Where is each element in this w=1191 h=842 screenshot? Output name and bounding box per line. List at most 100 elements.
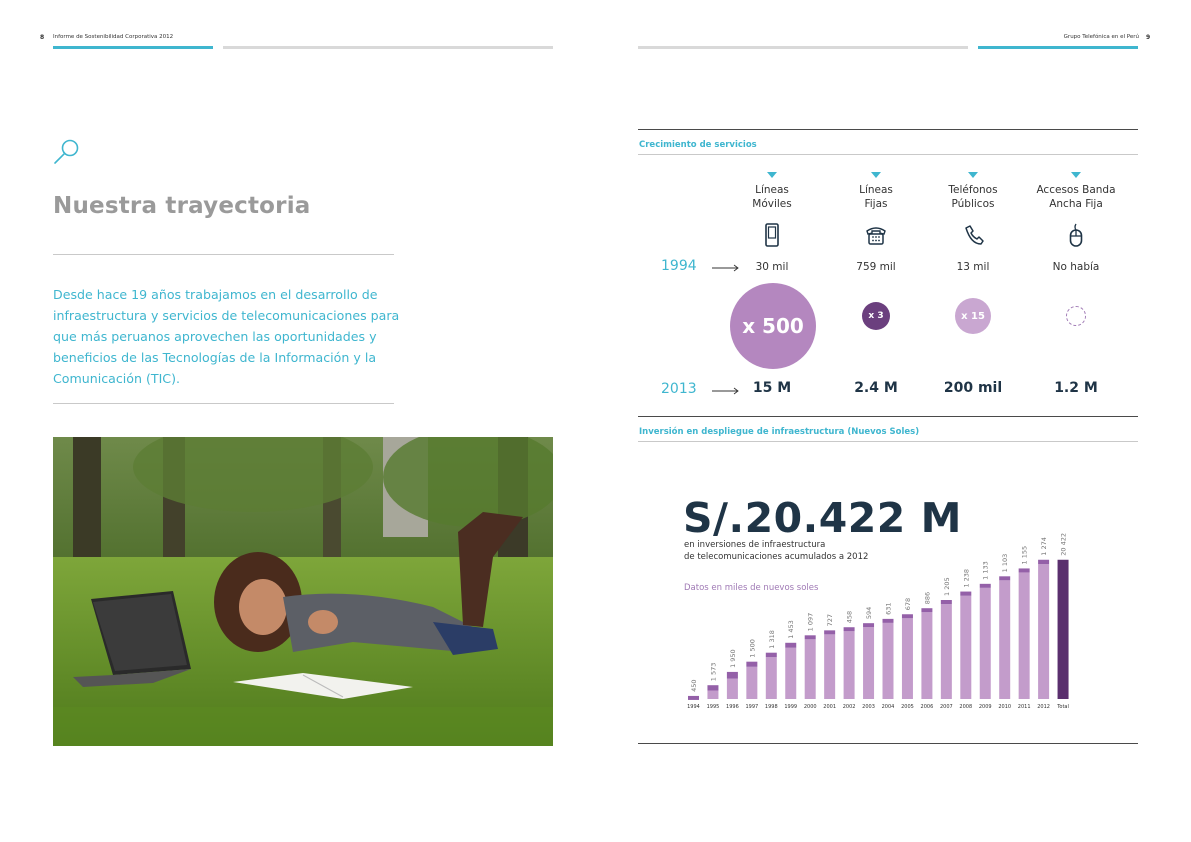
service-label-line2: Móviles (752, 198, 792, 210)
mouse-icon (1069, 223, 1083, 247)
chart-bar (921, 612, 933, 699)
chart-value-label: 450 (690, 680, 698, 692)
value-1994-fixed: 759 mil (856, 261, 896, 273)
chart-category-label: 2007 (940, 704, 953, 710)
chart-category-label: 2002 (843, 704, 856, 710)
chart-bar-increment (824, 630, 836, 635)
chart-category-label: 2012 (1037, 704, 1050, 710)
right-accent-bar (978, 46, 1138, 49)
chart-value-label: 1 238 (962, 569, 970, 588)
multiplier-label: x 15 (961, 310, 985, 322)
investment-section-title: Inversión en despliegue de infraestructu… (639, 427, 920, 437)
chart-category-label: 2001 (823, 704, 836, 710)
growth-bubble-fixed: x 3 (862, 302, 890, 330)
chart-bar-increment (843, 627, 855, 632)
chart-value-label: 1 950 (729, 649, 737, 668)
chart-category-label: 2000 (804, 704, 817, 710)
chart-value-label: 458 (846, 611, 854, 623)
value-2013-public: 200 mil (943, 380, 1003, 396)
services-top-rule (638, 129, 1138, 130)
growth-bubble-mobile: x 500 (730, 283, 816, 369)
chart-bar (960, 595, 972, 699)
chart-bar-increment (960, 591, 972, 596)
search-icon (54, 139, 79, 164)
chart-bar-increment (765, 652, 777, 658)
chart-bar (707, 690, 719, 699)
chart-bar (726, 678, 738, 699)
chart-bar (940, 604, 952, 699)
handset-icon (965, 225, 984, 245)
chart-category-label: 2006 (921, 704, 934, 710)
value-1994-broadband: No había (1052, 261, 1100, 273)
chart-bar-increment (785, 642, 797, 648)
chart-bar (765, 657, 777, 699)
growth-bubble-public: x 15 (955, 298, 991, 334)
chart-category-label: 1999 (784, 704, 797, 710)
chart-category-label: 1994 (687, 704, 700, 710)
chart-value-label: 594 (865, 607, 873, 619)
chart-bar-increment (707, 685, 719, 691)
chart-bar (1038, 564, 1050, 699)
chart-category-label: 1997 (745, 704, 758, 710)
chart-bar-increment (726, 671, 738, 679)
title-divider (53, 254, 394, 255)
chart-value-label: 727 (826, 614, 834, 626)
bottom-rule (638, 743, 1138, 744)
chart-category-label: 2003 (862, 704, 875, 710)
service-label-broadband: Accesos Banda Ancha Fija (1021, 183, 1131, 211)
chart-bar-increment (688, 695, 699, 700)
service-label-line1: Accesos Banda (1036, 184, 1116, 196)
service-label-line2: Ancha Fija (1049, 198, 1103, 210)
chart-value-label: 1 097 (807, 613, 815, 632)
left-accent-bar (53, 46, 213, 49)
chart-bar-increment (882, 618, 894, 623)
page-title: Nuestra trayectoria (53, 193, 311, 219)
chart-value-label: 1 453 (787, 620, 795, 639)
chart-bar-increment (979, 583, 991, 588)
chart-bar-increment (746, 661, 758, 667)
chart-category-label: 2011 (1018, 704, 1031, 710)
chart-value-label: 1 500 (748, 639, 756, 658)
chart-value-label: 20 422 (1060, 533, 1068, 556)
chart-bar-increment (921, 608, 933, 613)
chart-category-label: 2005 (901, 704, 914, 710)
pointer-triangle-icon (968, 172, 978, 178)
chart-bar (863, 627, 875, 699)
chart-bar (901, 618, 913, 699)
service-label-fixed: Líneas Fijas (821, 183, 931, 211)
paragraph-divider (53, 403, 394, 404)
multiplier-label: x 3 (868, 311, 884, 321)
chart-category-label: 2010 (998, 704, 1011, 710)
chart-category-label: 1998 (765, 704, 778, 710)
service-label-line1: Líneas (755, 184, 789, 196)
chart-bar-increment (999, 576, 1011, 581)
photo-woman-laptop (53, 437, 553, 746)
chart-bar (804, 639, 816, 699)
investment-bar-chart: 450 1994 1 573 1995 1 950 1996 1 500 1997 1 318 1… (687, 533, 1069, 710)
chart-value-label: 1 205 (943, 577, 951, 596)
chart-category-label: 2008 (959, 704, 972, 710)
chart-bar-total (1057, 559, 1069, 699)
pointer-triangle-icon (1071, 172, 1081, 178)
chart-value-label: 1 103 (1001, 554, 1009, 573)
pointer-triangle-icon (767, 172, 777, 178)
chart-bar (999, 580, 1011, 699)
chart-bar-increment (863, 623, 875, 628)
chart-value-label: 1 274 (1040, 537, 1048, 556)
chart-bar (843, 631, 855, 699)
chart-bar (882, 622, 894, 699)
value-1994-public: 13 mil (956, 261, 990, 273)
left-running-title: Informe de Sostenibilidad Corporativa 20… (53, 34, 174, 40)
value-2013-broadband: 1.2 M (1054, 380, 1098, 396)
desk-phone-icon (866, 227, 886, 245)
chart-value-label: 886 (923, 592, 931, 604)
chart-value-label: 631 (885, 602, 893, 614)
mobile-phone-icon (765, 223, 779, 247)
multiplier-label: x 500 (742, 314, 804, 338)
year-1994-label: 1994 (661, 258, 697, 274)
year-2013-label: 2013 (661, 381, 697, 397)
chart-category-label: 2009 (979, 704, 992, 710)
services-title-rule (638, 154, 1138, 155)
right-running-title: Grupo Telefónica en el Perú (1063, 34, 1139, 40)
pointer-triangle-icon (871, 172, 881, 178)
